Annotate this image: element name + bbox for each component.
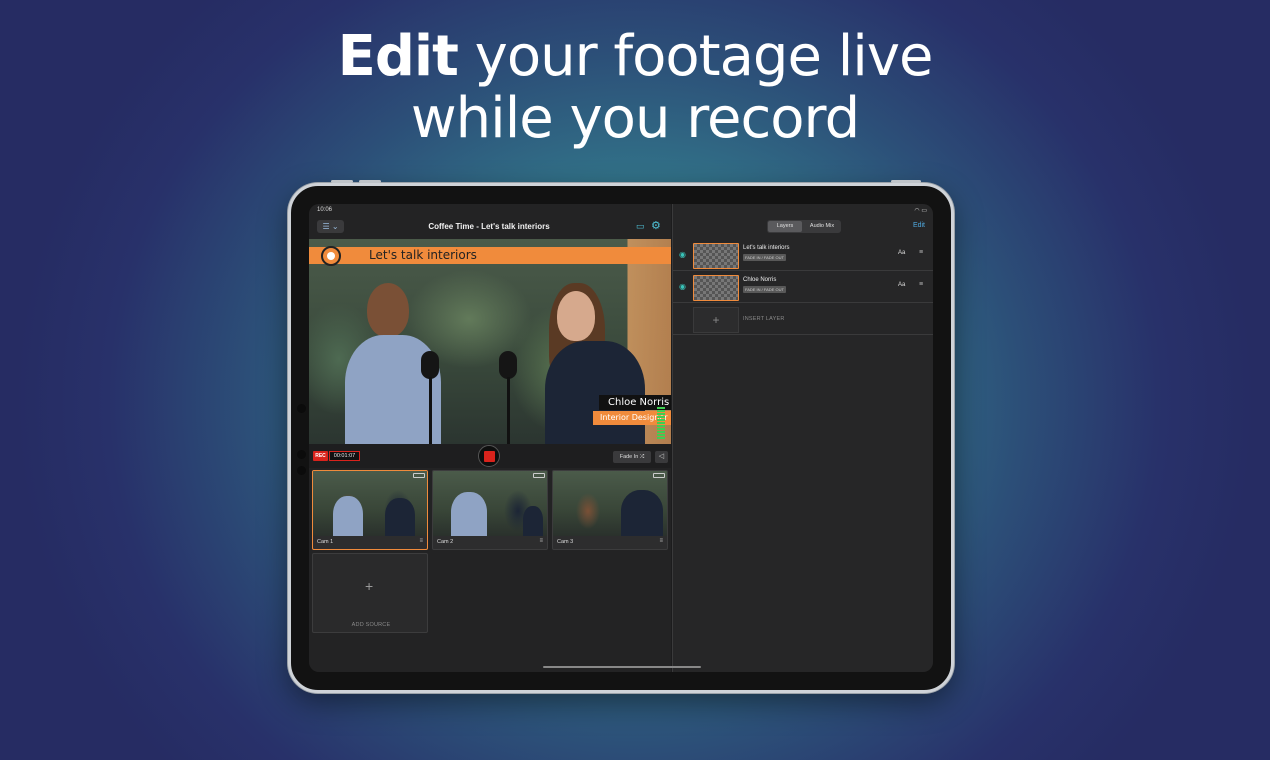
battery-icon	[653, 473, 665, 478]
mic-stand	[507, 377, 510, 444]
source-settings-icon[interactable]: ≡	[419, 538, 423, 544]
wifi-battery-icons: ◠ ▭	[914, 208, 927, 214]
record-controls: REC 00:01:07 Fade In ⤮ ◁	[309, 444, 671, 468]
battery-icon	[413, 473, 425, 478]
layer-name: Let's talk interiors	[743, 245, 790, 251]
list-icon: ☰ ⌄	[322, 222, 339, 231]
home-indicator	[543, 666, 701, 668]
camera-dot	[297, 466, 306, 475]
source-label: Cam 2	[437, 539, 454, 545]
headline-line1: your footage live	[457, 24, 934, 89]
headline: Edit your footage live while you record	[0, 26, 1270, 150]
banner-text: Let's talk interiors	[369, 248, 477, 262]
layer-options-icon[interactable]: ≡	[919, 249, 923, 256]
volume-button	[331, 180, 353, 183]
layer-transition-tag: FADE IN / FADE OUT	[743, 254, 786, 261]
microphone	[499, 351, 517, 379]
record-stop-button[interactable]	[478, 445, 500, 467]
plus-icon: +	[693, 307, 739, 333]
source-tile-cam1[interactable]: Cam 1 ≡	[312, 470, 428, 550]
fade-label: Fade In	[619, 454, 639, 460]
drag-handle-icon[interactable]: ≡	[919, 281, 923, 288]
rec-badge: REC	[313, 451, 328, 461]
volume-button-2	[359, 180, 381, 183]
project-title: Coffee Time - Let's talk interiors	[428, 222, 550, 231]
battery-icon	[533, 473, 545, 478]
banner-overlay	[309, 247, 671, 264]
switcher-pane: 10:06 ☰ ⌄ Coffee Time - Let's talk inter…	[309, 204, 671, 672]
text-style-button[interactable]: Aa	[898, 250, 905, 256]
layer-row[interactable]: ◉ Let's talk interiors FADE IN / FADE OU…	[673, 240, 933, 271]
rec-timer: 00:01:07	[329, 451, 360, 461]
add-source-label: ADD SOURCE	[351, 622, 391, 628]
eye-icon[interactable]: ◉	[679, 282, 686, 291]
monitor-icon[interactable]: ▭	[636, 221, 645, 231]
headline-line2: while you record	[410, 86, 860, 151]
gear-icon[interactable]: ⚙	[651, 220, 663, 232]
app-screen: 10:06 ☰ ⌄ Coffee Time - Let's talk inter…	[309, 204, 933, 672]
eye-icon[interactable]: ◉	[679, 250, 686, 259]
coffee-logo	[321, 246, 341, 266]
speaker-icon[interactable]: ◁	[655, 451, 668, 463]
source-thumbnail	[433, 471, 547, 536]
power-button	[891, 180, 921, 183]
tablet-device: 10:06 ☰ ⌄ Coffee Time - Let's talk inter…	[288, 180, 954, 693]
source-label: Cam 1	[317, 539, 334, 545]
camera-dot	[297, 450, 306, 459]
tab-layers[interactable]: Layers	[768, 221, 802, 232]
source-settings-icon[interactable]: ≡	[539, 538, 543, 544]
layer-transition-tag: FADE IN / FADE OUT	[743, 286, 786, 293]
status-time: 10:06	[317, 207, 333, 213]
layer-thumbnail	[693, 275, 739, 301]
layer-name: Chloe Norris	[743, 277, 777, 283]
source-tile-cam2[interactable]: Cam 2 ≡	[432, 470, 548, 550]
edit-button[interactable]: Edit	[913, 222, 925, 229]
panel-tabs: Layers Audio Mix	[767, 220, 841, 233]
mic-stand	[429, 377, 432, 444]
headline-bold: Edit	[337, 24, 459, 89]
source-settings-icon[interactable]: ≡	[659, 538, 663, 544]
tab-audio-mix[interactable]: Audio Mix	[804, 221, 840, 232]
audio-level-meter	[657, 407, 667, 443]
layer-row[interactable]: ◉ Chloe Norris FADE IN / FADE OUT Aa ≡	[673, 272, 933, 303]
text-style-button[interactable]: Aa	[898, 282, 905, 288]
fade-in-button[interactable]: Fade In ⤮	[613, 451, 651, 463]
source-tile-cam3[interactable]: Cam 3 ≡	[552, 470, 668, 550]
layers-pane: ◠ ▭ Layers Audio Mix Edit ◉ Let's talk i…	[672, 204, 933, 672]
shuffle-icon: ⤮	[639, 454, 645, 460]
source-label: Cam 3	[557, 539, 574, 545]
source-thumbnail	[313, 471, 427, 536]
insert-layer-row[interactable]: + INSERT LAYER	[673, 304, 933, 335]
program-preview[interactable]: Let's talk interiors Chloe Norris Interi…	[309, 239, 671, 444]
plus-icon: +	[365, 578, 374, 594]
source-thumbnail	[553, 471, 667, 536]
menu-button[interactable]: ☰ ⌄	[317, 220, 344, 233]
insert-layer-label: INSERT LAYER	[743, 316, 785, 322]
layer-thumbnail	[693, 243, 739, 269]
add-source-button[interactable]: + ADD SOURCE	[312, 553, 428, 633]
microphone	[421, 351, 439, 379]
camera-dot	[297, 404, 306, 413]
